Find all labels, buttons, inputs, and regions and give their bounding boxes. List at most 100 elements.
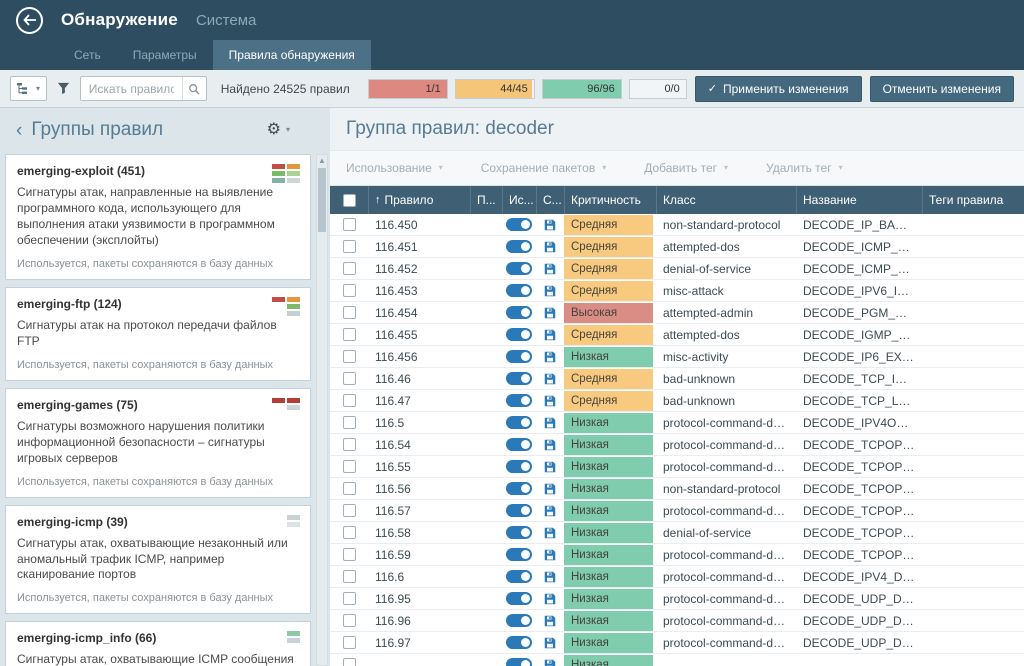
scroll-up-icon[interactable]: ▲: [317, 155, 327, 167]
table-row[interactable]: 116.456 Низкая misc-activity DECODE_IP6_…: [330, 346, 1024, 368]
search-input[interactable]: [81, 82, 182, 96]
rule-enabled-toggle[interactable]: [506, 328, 532, 341]
cancel-changes-button[interactable]: Отменить изменения: [870, 76, 1014, 102]
rule-enabled-toggle[interactable]: [506, 526, 532, 539]
rule-enabled-toggle[interactable]: [506, 218, 532, 231]
column-severity[interactable]: Критичность: [564, 186, 656, 214]
column-rule[interactable]: ↑Правило: [368, 186, 470, 214]
row-checkbox[interactable]: [343, 218, 356, 231]
save-packets-icon[interactable]: [544, 659, 556, 666]
row-checkbox[interactable]: [343, 658, 356, 666]
column-p[interactable]: П...: [470, 186, 502, 214]
tree-view-button[interactable]: ▾: [10, 76, 47, 101]
table-row[interactable]: 116.450 Средняя non-standard-protocol DE…: [330, 214, 1024, 236]
row-checkbox[interactable]: [343, 504, 356, 517]
rule-enabled-toggle[interactable]: [506, 460, 532, 473]
tab[interactable]: Правила обнаружения: [213, 40, 371, 70]
save-packets-icon[interactable]: [544, 615, 556, 627]
save-packets-icon[interactable]: [544, 483, 556, 495]
column-class[interactable]: Класс: [656, 186, 796, 214]
save-packets-icon[interactable]: [544, 637, 556, 649]
row-checkbox[interactable]: [343, 548, 356, 561]
row-checkbox[interactable]: [343, 372, 356, 385]
rule-group-card[interactable]: emerging-games (75) Сигнатуры возможного…: [5, 388, 311, 498]
table-row[interactable]: 116.57 Низкая protocol-command-dec... DE…: [330, 500, 1024, 522]
save-packets-icon[interactable]: [544, 527, 556, 539]
row-checkbox[interactable]: [343, 636, 356, 649]
column-tags[interactable]: Теги правила: [922, 186, 1024, 214]
rule-enabled-toggle[interactable]: [506, 240, 532, 253]
row-checkbox[interactable]: [343, 306, 356, 319]
rule-enabled-toggle[interactable]: [506, 658, 532, 666]
save-packets-icon[interactable]: [544, 307, 556, 319]
save-packets-icon[interactable]: [544, 373, 556, 385]
table-row[interactable]: 116.46 Средняя bad-unknown DECODE_TCP_IN…: [330, 368, 1024, 390]
save-packets-icon[interactable]: [544, 439, 556, 451]
scrollbar-thumb[interactable]: [318, 168, 326, 232]
rule-enabled-toggle[interactable]: [506, 636, 532, 649]
table-row[interactable]: 116.97 Низкая protocol-command-dec... DE…: [330, 632, 1024, 654]
row-checkbox[interactable]: [343, 570, 356, 583]
rule-enabled-toggle[interactable]: [506, 262, 532, 275]
save-packets-icon[interactable]: [544, 505, 556, 517]
rule-group-card[interactable]: emerging-exploit (451) Сигнатуры атак, н…: [5, 154, 311, 280]
table-row[interactable]: 116.451 Средняя attempted-dos DECODE_ICM…: [330, 236, 1024, 258]
tab[interactable]: Сеть: [58, 40, 117, 70]
table-row[interactable]: 116.56 Низкая non-standard-protocol DECO…: [330, 478, 1024, 500]
rule-enabled-toggle[interactable]: [506, 284, 532, 297]
table-row[interactable]: 116.5 Низкая protocol-command-dec... DEC…: [330, 412, 1024, 434]
action-dropdown[interactable]: Добавить тег ▾: [644, 161, 728, 175]
rule-enabled-toggle[interactable]: [506, 592, 532, 605]
column-save[interactable]: С...: [536, 186, 564, 214]
table-row[interactable]: 116.95 Низкая protocol-command-dec... DE…: [330, 588, 1024, 610]
save-packets-icon[interactable]: [544, 263, 556, 275]
rule-group-card[interactable]: emerging-icmp (39) Сигнатуры атак, охват…: [5, 505, 311, 615]
search-icon[interactable]: [182, 77, 206, 100]
collapse-panel-icon[interactable]: ‹: [16, 121, 22, 140]
row-checkbox[interactable]: [343, 482, 356, 495]
table-row[interactable]: 116.54 Низкая protocol-command-dec... DE…: [330, 434, 1024, 456]
save-packets-icon[interactable]: [544, 571, 556, 583]
save-packets-icon[interactable]: [544, 395, 556, 407]
row-checkbox[interactable]: [343, 526, 356, 539]
back-button[interactable]: [16, 7, 43, 34]
action-dropdown[interactable]: Использование ▾: [346, 161, 443, 175]
select-all-checkbox[interactable]: [343, 194, 356, 207]
action-dropdown[interactable]: Удалить тег ▾: [766, 161, 843, 175]
row-checkbox[interactable]: [343, 592, 356, 605]
table-row[interactable]: Низкая: [330, 654, 1024, 666]
apply-changes-button[interactable]: ✓ Применить изменения: [695, 76, 862, 102]
column-name[interactable]: Название: [796, 186, 922, 214]
table-row[interactable]: 116.58 Низкая denial-of-service DECODE_T…: [330, 522, 1024, 544]
row-checkbox[interactable]: [343, 240, 356, 253]
table-row[interactable]: 116.6 Низкая protocol-command-dec... DEC…: [330, 566, 1024, 588]
table-row[interactable]: 116.55 Низкая protocol-command-dec... DE…: [330, 456, 1024, 478]
row-checkbox[interactable]: [343, 350, 356, 363]
filter-button[interactable]: [55, 76, 72, 101]
rule-enabled-toggle[interactable]: [506, 614, 532, 627]
rule-enabled-toggle[interactable]: [506, 306, 532, 319]
table-row[interactable]: 116.454 Высокая attempted-admin DECODE_P…: [330, 302, 1024, 324]
save-packets-icon[interactable]: [544, 593, 556, 605]
groups-settings-button[interactable]: ⚙ ▾: [267, 122, 316, 138]
rule-group-card[interactable]: emerging-ftp (124) Сигнатуры атак на про…: [5, 287, 311, 381]
rule-enabled-toggle[interactable]: [506, 570, 532, 583]
save-packets-icon[interactable]: [544, 417, 556, 429]
table-row[interactable]: 116.96 Низкая protocol-command-dec... DE…: [330, 610, 1024, 632]
groups-scrollbar[interactable]: ▲: [316, 154, 328, 666]
counter-chip[interactable]: 44/45: [455, 79, 535, 99]
table-row[interactable]: 116.59 Низкая protocol-command-dec... DE…: [330, 544, 1024, 566]
table-row[interactable]: 116.452 Средняя denial-of-service DECODE…: [330, 258, 1024, 280]
save-packets-icon[interactable]: [544, 549, 556, 561]
row-checkbox[interactable]: [343, 416, 356, 429]
rule-group-card[interactable]: emerging-icmp_info (66) Сигнатуры атак, …: [5, 621, 311, 666]
rule-enabled-toggle[interactable]: [506, 482, 532, 495]
counter-chip[interactable]: 0/0: [629, 79, 687, 99]
rule-enabled-toggle[interactable]: [506, 394, 532, 407]
save-packets-icon[interactable]: [544, 241, 556, 253]
counter-chip[interactable]: 96/96: [542, 79, 622, 99]
rule-enabled-toggle[interactable]: [506, 504, 532, 517]
rule-enabled-toggle[interactable]: [506, 416, 532, 429]
column-usage[interactable]: Ис...: [502, 186, 536, 214]
save-packets-icon[interactable]: [544, 461, 556, 473]
